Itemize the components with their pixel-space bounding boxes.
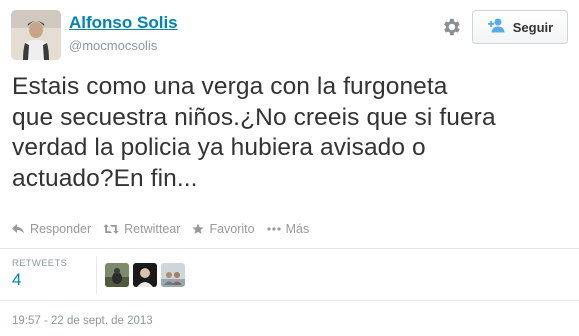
more-icon xyxy=(266,227,281,231)
favorite-label: Favorito xyxy=(209,222,255,236)
reply-icon xyxy=(11,223,25,235)
retweeter-avatar[interactable] xyxy=(105,263,129,287)
follow-label: Seguir xyxy=(512,19,554,35)
tweet-timestamp[interactable]: 19:57 - 22 de sept. de 2013 xyxy=(12,315,153,327)
tweet-line: verdad la policia ya hubiera avisado o xyxy=(12,134,426,161)
tweet-line: que secuestra niños.¿No creeis que si fu… xyxy=(12,103,496,131)
tweet-line: actuado?En fin... xyxy=(12,164,198,192)
retweet-icon xyxy=(103,223,119,235)
person-plus-icon xyxy=(487,17,507,38)
tweet-text: Estais como una verga con la furgoneta q… xyxy=(12,72,572,194)
retweeter-avatar[interactable] xyxy=(133,263,157,287)
tweet-line: Estais como una verga con la furgoneta xyxy=(12,73,448,100)
more-label: Más xyxy=(285,222,310,236)
retweet-button[interactable]: Retwittear xyxy=(103,222,180,236)
author-avatar[interactable] xyxy=(11,10,61,60)
reply-button[interactable]: Responder xyxy=(11,222,91,236)
divider xyxy=(0,300,579,301)
reply-label: Responder xyxy=(30,222,92,236)
tweet-actions: Responder Retwittear Favorito Más xyxy=(11,222,321,236)
author-handle: @mocmocsolis xyxy=(69,38,158,53)
gear-icon[interactable] xyxy=(440,16,462,38)
retweets-count[interactable]: 4 xyxy=(12,270,21,290)
follow-button[interactable]: Seguir xyxy=(472,10,568,44)
retweet-label: Retwittear xyxy=(124,222,181,236)
star-icon xyxy=(192,223,205,235)
stats-separator xyxy=(96,256,97,294)
retweeter-avatars xyxy=(105,263,185,287)
favorite-button[interactable]: Favorito xyxy=(192,222,255,236)
more-button[interactable]: Más xyxy=(266,222,310,236)
divider xyxy=(0,248,579,249)
retweets-label: RETWEETS xyxy=(12,258,68,269)
retweeter-avatar[interactable] xyxy=(161,263,185,287)
author-name[interactable]: Alfonso Solis xyxy=(69,13,178,33)
